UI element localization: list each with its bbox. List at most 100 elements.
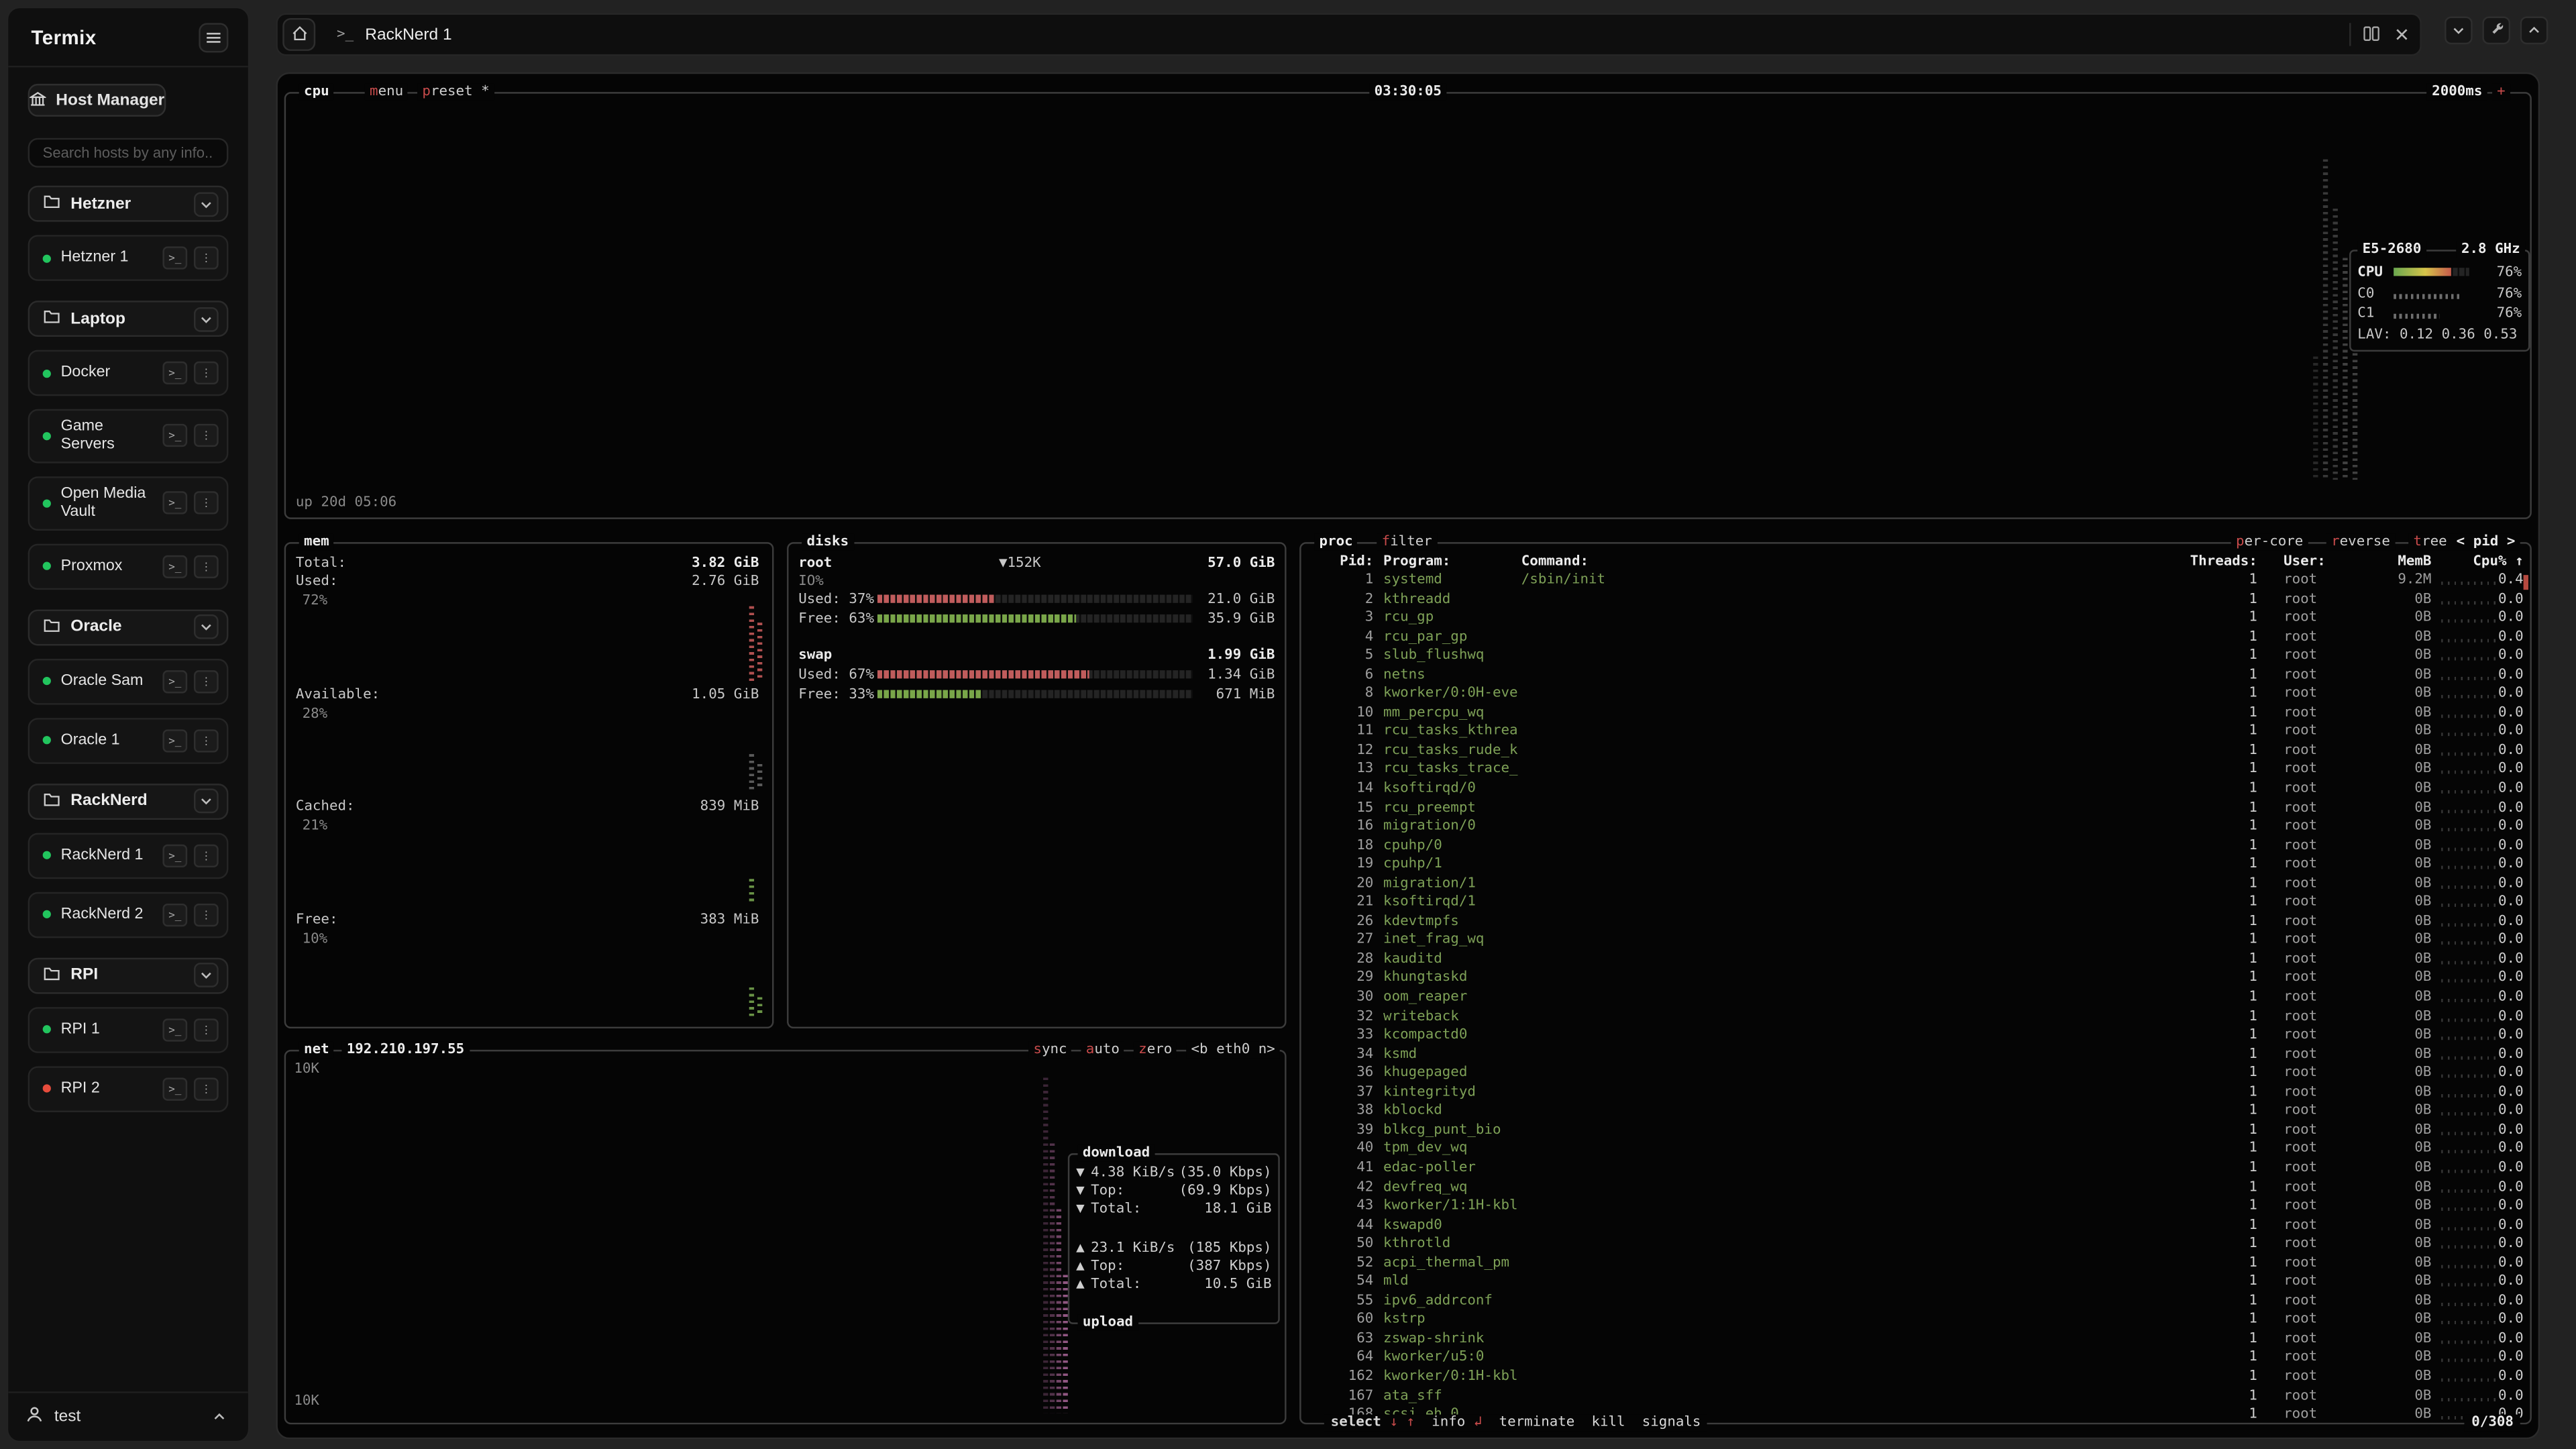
process-row[interactable]: 20 migration/1 1 root 0B 0.0 — [1301, 875, 2527, 894]
user-menu-button[interactable] — [205, 1404, 231, 1430]
panel-down-button[interactable] — [2445, 16, 2473, 44]
process-row[interactable]: 167 ata_sff 1 root 0B 0.0 — [1301, 1387, 2527, 1406]
process-row[interactable]: 42 devfreq_wq 1 root 0B 0.0 — [1301, 1179, 2527, 1197]
process-row[interactable]: 63 zswap-shrink 1 root 0B 0.0 — [1301, 1330, 2527, 1349]
process-row[interactable]: 4 rcu_par_gp 1 root 0B 0.0 — [1301, 629, 2527, 647]
net-auto-toggle[interactable]: auto — [1081, 1042, 1124, 1058]
terminal-viewport[interactable]: cpu menu preset * 03:30:05 2000ms + E5-2… — [276, 72, 2540, 1440]
host-item[interactable]: Hetzner 1 >_ ⋮ — [28, 235, 229, 281]
group-collapse-button[interactable] — [194, 307, 219, 331]
proc-tree-toggle[interactable]: tree — [2408, 534, 2452, 550]
process-row[interactable]: 6 netns 1 root 0B 0.0 — [1301, 667, 2527, 686]
close-tab-button[interactable] — [2389, 21, 2415, 48]
process-row[interactable]: 12 rcu_tasks_rude_k 1 root 0B 0.0 — [1301, 743, 2527, 761]
host-menu-button[interactable]: ⋮ — [194, 555, 219, 578]
proc-filter-button[interactable]: filter — [1377, 534, 1437, 550]
process-row[interactable]: 162 kworker/0:1H-kbl 1 root 0B 0.0 — [1301, 1368, 2527, 1387]
net-zero-toggle[interactable]: zero — [1134, 1042, 1177, 1058]
key-select[interactable]: select — [1331, 1415, 1381, 1431]
host-menu-button[interactable]: ⋮ — [194, 903, 219, 926]
host-terminal-button[interactable]: >_ — [162, 492, 187, 515]
host-terminal-button[interactable]: >_ — [162, 246, 187, 269]
col-threads[interactable]: Threads: — [2155, 553, 2257, 570]
col-program[interactable]: Program: — [1383, 553, 1450, 570]
process-row[interactable]: 5 slub_flushwq 1 root 0B 0.0 — [1301, 647, 2527, 666]
net-interface-selector[interactable]: <b eth0 n> — [1186, 1042, 1280, 1058]
net-sync-toggle[interactable]: sync — [1028, 1042, 1072, 1058]
process-row[interactable]: 11 rcu_tasks_kthrea 1 root 0B 0.0 — [1301, 723, 2527, 742]
group-collapse-button[interactable] — [194, 614, 219, 639]
host-terminal-button[interactable]: >_ — [162, 362, 187, 384]
sidebar-collapse-button[interactable] — [199, 23, 228, 52]
key-terminate[interactable]: terminate — [1499, 1415, 1575, 1431]
preset-button[interactable]: preset * — [417, 84, 494, 100]
host-menu-button[interactable]: ⋮ — [194, 246, 219, 269]
process-row[interactable]: 29 khungtaskd 1 root 0B 0.0 — [1301, 970, 2527, 989]
host-menu-button[interactable]: ⋮ — [194, 425, 219, 447]
col-command[interactable]: Command: — [1521, 553, 1589, 570]
process-row[interactable]: 50 kthrotld 1 root 0B 0.0 — [1301, 1236, 2527, 1254]
process-row[interactable]: 28 kauditd 1 root 0B 0.0 — [1301, 951, 2527, 970]
process-row[interactable]: 44 kswapd0 1 root 0B 0.0 — [1301, 1217, 2527, 1236]
col-pid[interactable]: Pid: — [1301, 553, 1374, 570]
host-menu-button[interactable]: ⋮ — [194, 492, 219, 515]
key-signals[interactable]: signals — [1642, 1415, 1701, 1431]
process-row[interactable]: 1 systemd /sbin/init 1 root 9.2M 0.4 — [1301, 572, 2527, 590]
host-item[interactable]: Game Servers >_ ⋮ — [28, 409, 229, 463]
process-row[interactable]: 60 kstrp 1 root 0B 0.0 — [1301, 1311, 2527, 1330]
host-menu-button[interactable]: ⋮ — [194, 362, 219, 384]
process-row[interactable]: 15 rcu_preempt 1 root 0B 0.0 — [1301, 800, 2527, 818]
host-menu-button[interactable]: ⋮ — [194, 1018, 219, 1040]
group-collapse-button[interactable] — [194, 963, 219, 987]
process-row[interactable]: 26 kdevtmpfs 1 root 0B 0.0 — [1301, 913, 2527, 932]
home-button[interactable] — [282, 18, 315, 51]
host-menu-button[interactable]: ⋮ — [194, 669, 219, 692]
host-item[interactable]: Oracle Sam >_ ⋮ — [28, 658, 229, 704]
host-menu-button[interactable]: ⋮ — [194, 844, 219, 867]
process-row[interactable]: 30 oom_reaper 1 root 0B 0.0 — [1301, 989, 2527, 1008]
split-view-button[interactable] — [2357, 21, 2383, 48]
process-row[interactable]: 54 mld 1 root 0B 0.0 — [1301, 1274, 2527, 1293]
host-item[interactable]: Docker >_ ⋮ — [28, 350, 229, 396]
group-header[interactable]: RackNerd — [28, 783, 229, 819]
process-row[interactable]: 40 tpm_dev_wq 1 root 0B 0.0 — [1301, 1141, 2527, 1160]
host-terminal-button[interactable]: >_ — [162, 425, 187, 447]
process-row[interactable]: 37 kintegrityd 1 root 0B 0.0 — [1301, 1084, 2527, 1103]
process-row[interactable]: 19 cpuhp/1 1 root 0B 0.0 — [1301, 856, 2527, 875]
process-row[interactable]: 16 migration/0 1 root 0B 0.0 — [1301, 818, 2527, 837]
host-item[interactable]: Open Media Vault >_ ⋮ — [28, 476, 229, 530]
process-row[interactable]: 52 acpi_thermal_pm 1 root 0B 0.0 — [1301, 1254, 2527, 1273]
process-row[interactable]: 43 kworker/1:1H-kbl 1 root 0B 0.0 — [1301, 1197, 2527, 1216]
host-item[interactable]: RPI 2 >_ ⋮ — [28, 1065, 229, 1112]
host-terminal-button[interactable]: >_ — [162, 844, 187, 867]
process-row[interactable]: 8 kworker/0:0H-eve 1 root 0B 0.0 — [1301, 686, 2527, 704]
proc-reverse-toggle[interactable]: reverse — [2326, 534, 2395, 550]
process-row[interactable]: 10 mm_percpu_wq 1 root 0B 0.0 — [1301, 704, 2527, 723]
process-row[interactable]: 64 kworker/u5:0 1 root 0B 0.0 — [1301, 1350, 2527, 1368]
process-row[interactable]: 13 rcu_tasks_trace_ 1 root 0B 0.0 — [1301, 761, 2527, 780]
process-row[interactable]: 3 rcu_gp 1 root 0B 0.0 — [1301, 610, 2527, 629]
host-manager-button[interactable]: Host Manager — [28, 84, 166, 117]
host-terminal-button[interactable]: >_ — [162, 669, 187, 692]
key-info[interactable]: info — [1432, 1415, 1465, 1431]
group-header[interactable]: RPI — [28, 957, 229, 994]
panel-up-button[interactable] — [2520, 16, 2548, 44]
process-row[interactable]: 36 khugepaged 1 root 0B 0.0 — [1301, 1065, 2527, 1083]
group-header[interactable]: Laptop — [28, 301, 229, 337]
search-input[interactable] — [28, 138, 229, 168]
process-row[interactable]: 32 writeback 1 root 0B 0.0 — [1301, 1008, 2527, 1027]
tab-racknerd-1[interactable]: >_ RackNerd 1 — [315, 15, 2349, 54]
group-collapse-button[interactable] — [194, 191, 219, 216]
host-terminal-button[interactable]: >_ — [162, 903, 187, 926]
process-row[interactable]: 21 ksoftirqd/1 1 root 0B 0.0 — [1301, 894, 2527, 913]
host-item[interactable]: RackNerd 1 >_ ⋮ — [28, 833, 229, 879]
process-row[interactable]: 39 blkcg_punt_bio 1 root 0B 0.0 — [1301, 1122, 2527, 1140]
col-mem[interactable]: MemB — [2336, 553, 2431, 570]
process-row[interactable]: 41 edac-poller 1 root 0B 0.0 — [1301, 1160, 2527, 1179]
group-header[interactable]: Hetzner — [28, 186, 229, 222]
key-kill[interactable]: kill — [1591, 1415, 1625, 1431]
host-item[interactable]: RPI 1 >_ ⋮ — [28, 1006, 229, 1053]
process-row[interactable]: 55 ipv6_addrconf 1 root 0B 0.0 — [1301, 1293, 2527, 1311]
menu-button[interactable]: menu — [365, 84, 409, 100]
tools-button[interactable] — [2482, 16, 2510, 44]
